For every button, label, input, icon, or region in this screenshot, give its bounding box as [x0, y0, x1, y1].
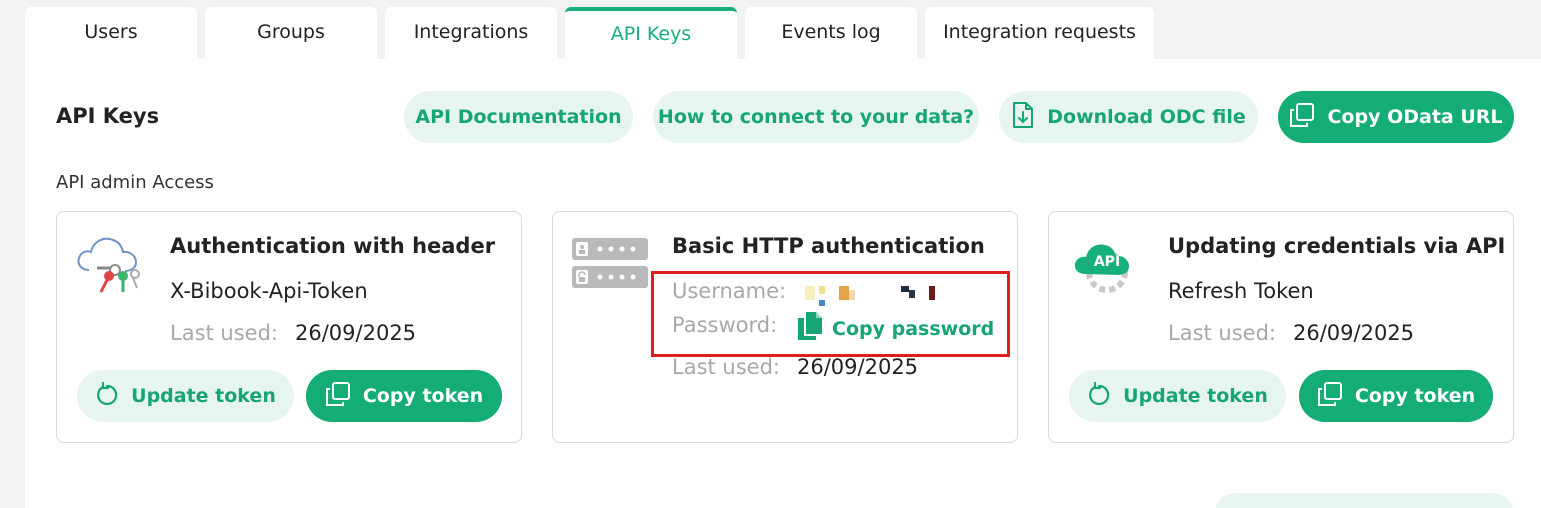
tab-label: Integrations	[413, 21, 529, 43]
last-used-label: Last used:	[170, 321, 278, 345]
refresh-icon	[95, 381, 119, 411]
copy-token-button[interactable]: Copy token	[306, 370, 502, 422]
update-token-button[interactable]: Update token	[77, 370, 294, 422]
api-cloud-gear-icon: API	[1073, 234, 1141, 300]
last-used-label: Last used:	[672, 355, 780, 379]
button-label: API Documentation	[415, 106, 622, 128]
last-used-value: 26/09/2025	[797, 355, 919, 379]
tab-api-keys[interactable]: API Keys	[565, 7, 737, 59]
tab-label: Events log	[781, 21, 881, 43]
header-auth-card: Authentication with header X-Bibook-Api-…	[56, 211, 522, 443]
button-label: Copy OData URL	[1327, 106, 1503, 128]
button-label: Update token	[131, 385, 276, 407]
tab-integration-requests[interactable]: Integration requests	[925, 7, 1154, 59]
copy-icon	[1317, 381, 1343, 412]
card-title: Authentication with header	[170, 234, 496, 258]
server-lock-icon	[572, 238, 650, 294]
svg-text:API: API	[1094, 254, 1120, 270]
copy-token-button[interactable]: Copy token	[1299, 370, 1493, 422]
partial-button[interactable]	[1215, 493, 1513, 508]
copy-icon	[325, 381, 351, 412]
tab-label: Integration requests	[943, 21, 1136, 43]
tab-label: Users	[84, 21, 138, 43]
highlight-box	[651, 271, 1010, 357]
tab-events-log[interactable]: Events log	[745, 7, 917, 59]
button-label: How to connect to your data?	[657, 106, 975, 128]
api-documentation-button[interactable]: API Documentation	[404, 91, 633, 143]
tab-groups[interactable]: Groups	[205, 7, 377, 59]
button-label: Download ODC file	[1047, 106, 1246, 128]
update-token-button[interactable]: Update token	[1069, 370, 1286, 422]
copy-odata-url-button[interactable]: Copy OData URL	[1278, 91, 1514, 143]
tab-users[interactable]: Users	[25, 7, 197, 59]
button-label: Copy token	[362, 385, 484, 407]
button-label: Update token	[1123, 385, 1268, 407]
api-keys-panel: API Keys API Documentation How to connec…	[25, 59, 1541, 508]
cloud-keys-icon	[75, 230, 151, 298]
copy-icon	[1289, 102, 1315, 133]
button-label: Copy token	[1354, 385, 1476, 407]
card-title: Updating credentials via API	[1168, 234, 1506, 258]
section-label: API admin Access	[56, 172, 214, 193]
card-subtitle: Refresh Token	[1168, 279, 1314, 303]
tab-label: Groups	[257, 21, 325, 43]
download-odc-button[interactable]: Download ODC file	[999, 91, 1258, 143]
last-used-value: 26/09/2025	[1293, 321, 1415, 345]
tab-integrations[interactable]: Integrations	[385, 7, 557, 59]
card-title: Basic HTTP authentication	[672, 234, 985, 258]
how-to-connect-button[interactable]: How to connect to your data?	[653, 91, 979, 143]
card-subtitle: X-Bibook-Api-Token	[170, 279, 368, 303]
api-credentials-card: API Updating credentials via API Refresh…	[1048, 211, 1514, 443]
basic-auth-card: Basic HTTP authentication Username: Pass…	[552, 211, 1018, 443]
page-title: API Keys	[56, 104, 160, 128]
last-used-label: Last used:	[1168, 321, 1276, 345]
tab-label: API Keys	[610, 23, 692, 45]
last-used-value: 26/09/2025	[295, 321, 417, 345]
refresh-icon	[1087, 381, 1111, 411]
download-file-icon	[1011, 101, 1035, 134]
